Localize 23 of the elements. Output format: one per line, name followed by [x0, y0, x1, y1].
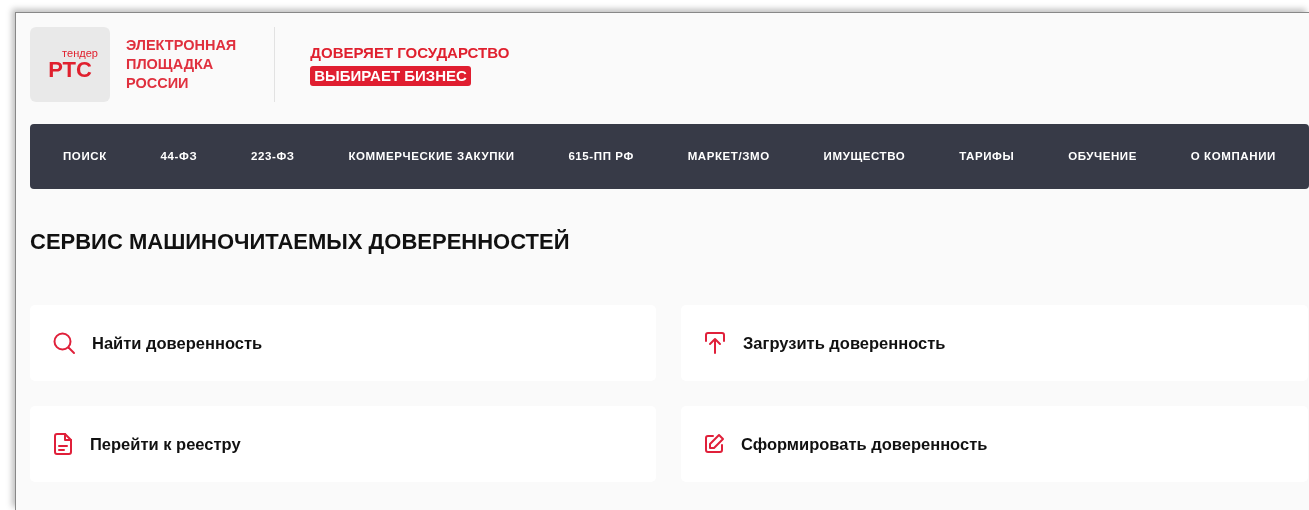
action-card[interactable]: Найти доверенность — [30, 305, 656, 382]
slogan-badge: ВЫБИРАЕТ БИЗНЕС — [310, 65, 471, 86]
nav-link[interactable]: ИМУЩЕСТВО — [823, 147, 906, 166]
logo[interactable]: тендер РТС — [30, 27, 110, 102]
nav-link[interactable]: ОБУЧЕНИЕ — [1068, 147, 1137, 166]
page-title: СЕРВИС МАШИНОЧИТАЕМЫХ ДОВЕРЕННОСТЕЙ — [30, 229, 571, 256]
nav-link[interactable]: МАРКЕТ/ЗМО — [687, 147, 770, 166]
nav-link[interactable]: ТАРИФЫ — [959, 147, 1015, 166]
document-icon — [52, 432, 74, 457]
nav-link[interactable]: О КОМПАНИИ — [1190, 147, 1276, 166]
nav-link[interactable]: 223-ФЗ — [251, 147, 295, 166]
site-name: ЭЛЕКТРОННАЯ ПЛОЩАДКА РОССИИ — [126, 36, 237, 93]
action-card[interactable]: Загрузить доверенность — [681, 305, 1308, 382]
search-icon — [52, 331, 76, 356]
nav-link[interactable]: ПОИСК — [63, 147, 107, 166]
action-card[interactable]: Перейти к реестру — [30, 406, 656, 483]
upload-icon — [703, 331, 727, 356]
nav-link[interactable]: 615-ПП РФ — [568, 147, 634, 166]
action-card[interactable]: Сформировать доверенность — [681, 406, 1308, 483]
edit-icon — [703, 433, 725, 456]
nav-link[interactable]: 44-ФЗ — [160, 147, 198, 166]
slogan: ДОВЕРЯЕТ ГОСУДАРСТВО — [310, 43, 510, 62]
nav-link[interactable]: КОММЕРЧЕСКИЕ ЗАКУПКИ — [348, 147, 515, 166]
